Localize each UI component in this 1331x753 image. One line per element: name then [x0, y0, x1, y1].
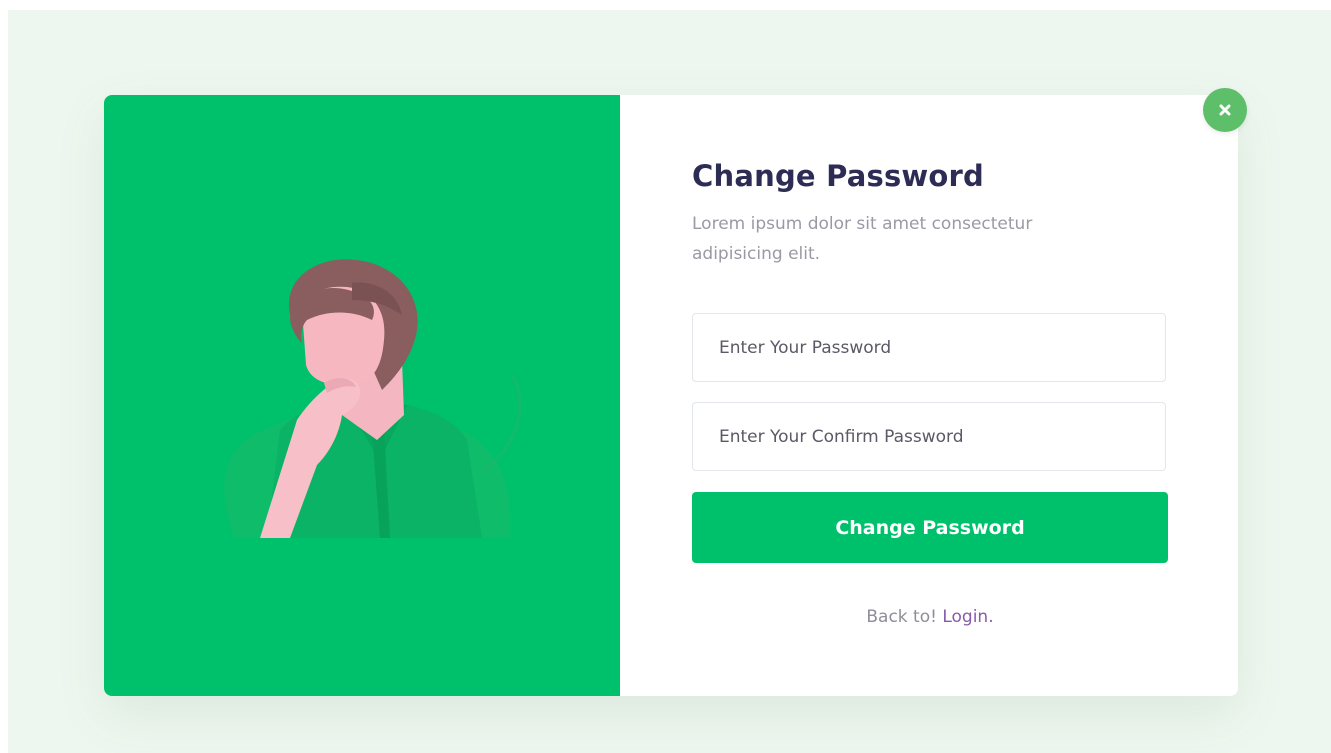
- thinking-person-illustration: [224, 259, 522, 538]
- close-button[interactable]: [1203, 88, 1247, 132]
- login-link[interactable]: Login.: [942, 607, 993, 627]
- form-panel: Change Password Lorem ipsum dolor sit am…: [620, 95, 1238, 696]
- page-background: Change Password Lorem ipsum dolor sit am…: [8, 10, 1331, 753]
- page-title: Change Password: [692, 159, 985, 193]
- confirm-password-input[interactable]: [692, 402, 1166, 471]
- password-input[interactable]: [692, 313, 1166, 382]
- page-subtitle: Lorem ipsum dolor sit amet consectetur a…: [692, 214, 1033, 264]
- change-password-button[interactable]: Change Password: [692, 492, 1168, 563]
- back-to-login: Back to! Login.: [692, 607, 1168, 627]
- change-password-modal: Change Password Lorem ipsum dolor sit am…: [104, 88, 1247, 696]
- back-text: Back to!: [866, 607, 937, 627]
- illustration-panel: [104, 95, 620, 696]
- close-icon: [1219, 104, 1231, 116]
